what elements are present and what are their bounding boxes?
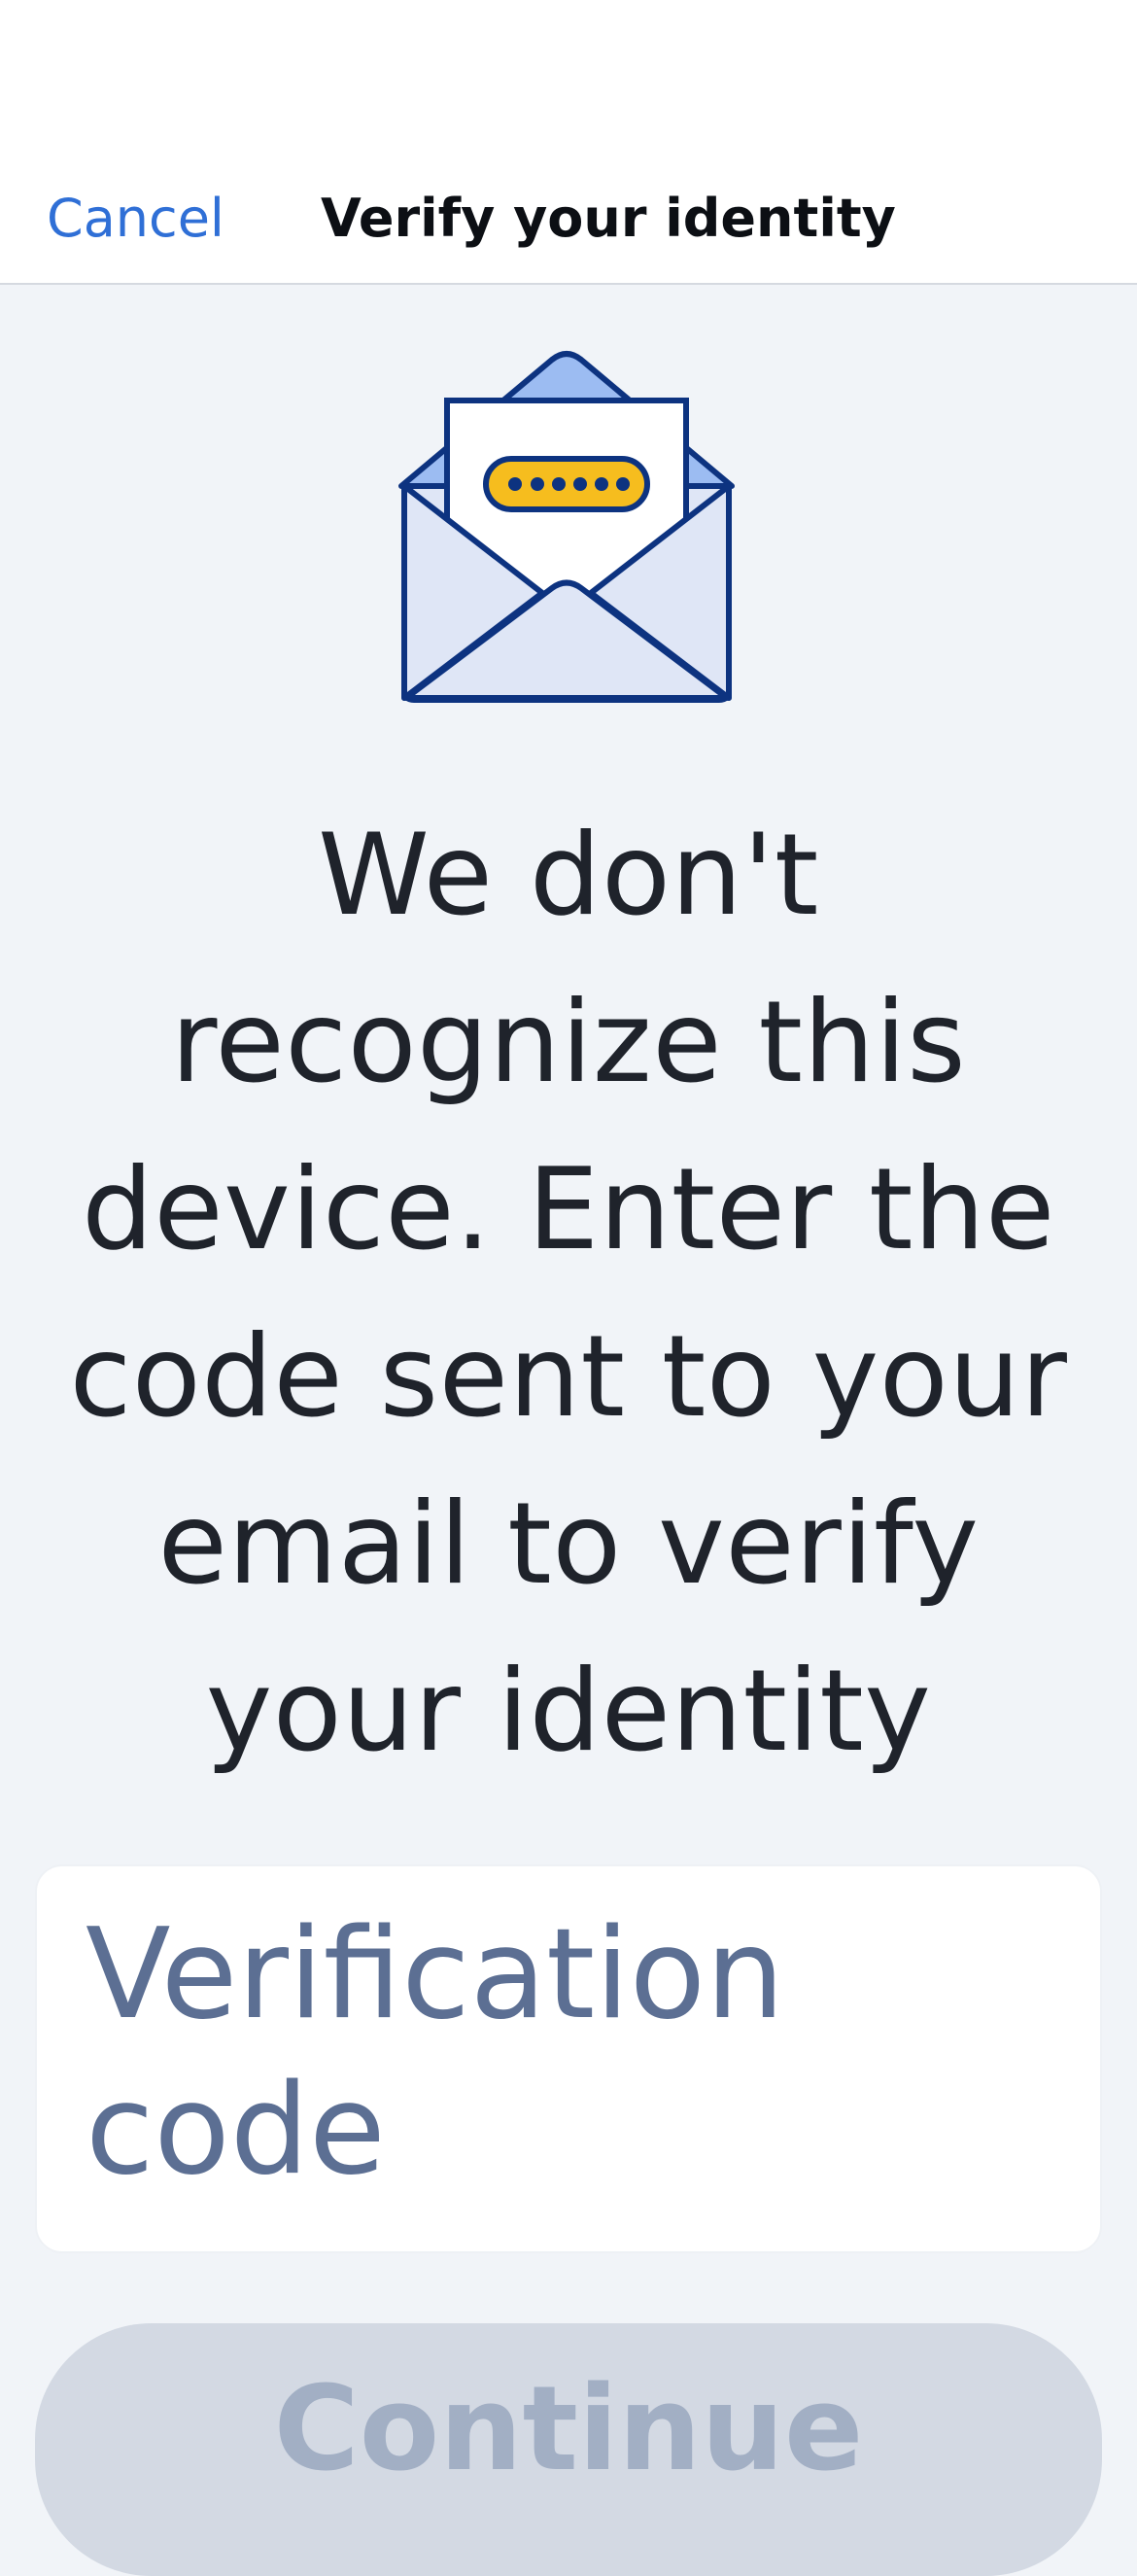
envelope-with-code-icon [396,350,737,710]
verification-code-placeholder: Verification code [86,1902,785,2203]
verification-code-input[interactable]: Verification code [35,1864,1102,2253]
navigation-bar: Cancel Verify your identity [0,156,1137,285]
page-title: Verify your identity [321,188,896,249]
cancel-button[interactable]: Cancel [47,192,224,245]
status-bar-area [0,0,1137,156]
continue-button-label: Continue [273,2362,864,2497]
continue-button[interactable]: Continue [35,2323,1102,2576]
verification-message: We don't recognize this device. Enter th… [69,810,1068,1777]
